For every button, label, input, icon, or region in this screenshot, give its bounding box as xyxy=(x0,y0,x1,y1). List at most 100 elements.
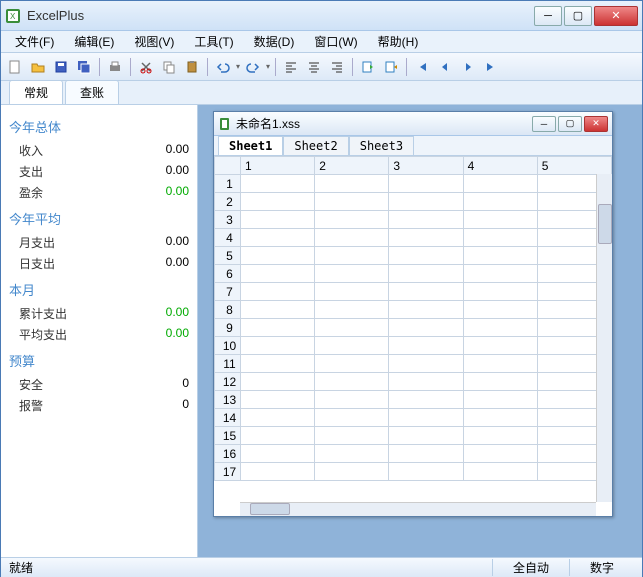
print-icon[interactable] xyxy=(105,57,125,77)
cell[interactable] xyxy=(241,355,315,373)
row-header[interactable]: 5 xyxy=(215,247,241,265)
cell[interactable] xyxy=(315,211,389,229)
row-header[interactable]: 3 xyxy=(215,211,241,229)
tab-check[interactable]: 查账 xyxy=(65,80,119,104)
cell[interactable] xyxy=(463,175,537,193)
cell[interactable] xyxy=(315,409,389,427)
cell[interactable] xyxy=(389,337,463,355)
cell[interactable] xyxy=(389,229,463,247)
cell[interactable] xyxy=(463,445,537,463)
col-header[interactable]: 5 xyxy=(537,157,611,175)
cell[interactable] xyxy=(463,301,537,319)
cell[interactable] xyxy=(241,319,315,337)
cell[interactable] xyxy=(389,193,463,211)
cut-icon[interactable] xyxy=(136,57,156,77)
col-header[interactable]: 2 xyxy=(315,157,389,175)
row-header[interactable]: 7 xyxy=(215,283,241,301)
cell[interactable] xyxy=(389,373,463,391)
row-header[interactable]: 16 xyxy=(215,445,241,463)
cell[interactable] xyxy=(463,265,537,283)
cell[interactable] xyxy=(241,445,315,463)
sheet-tab-2[interactable]: Sheet2 xyxy=(283,136,348,155)
col-header[interactable]: 4 xyxy=(463,157,537,175)
cell[interactable] xyxy=(389,409,463,427)
cell[interactable] xyxy=(315,175,389,193)
cell[interactable] xyxy=(315,427,389,445)
align-left-icon[interactable] xyxy=(281,57,301,77)
row-header[interactable]: 11 xyxy=(215,355,241,373)
cell[interactable] xyxy=(241,391,315,409)
cell[interactable] xyxy=(241,229,315,247)
paste-icon[interactable] xyxy=(182,57,202,77)
undo-icon[interactable] xyxy=(213,57,233,77)
cell[interactable] xyxy=(241,301,315,319)
saveall-icon[interactable] xyxy=(74,57,94,77)
copy-icon[interactable] xyxy=(159,57,179,77)
horizontal-scrollbar[interactable] xyxy=(240,502,596,516)
cell[interactable] xyxy=(463,427,537,445)
menu-tool[interactable]: 工具(T) xyxy=(184,31,243,52)
cell[interactable] xyxy=(241,193,315,211)
cell[interactable] xyxy=(389,283,463,301)
cell[interactable] xyxy=(389,463,463,481)
cell[interactable] xyxy=(241,211,315,229)
import-icon[interactable] xyxy=(358,57,378,77)
cell[interactable] xyxy=(315,355,389,373)
row-header[interactable]: 10 xyxy=(215,337,241,355)
cell[interactable] xyxy=(389,301,463,319)
align-right-icon[interactable] xyxy=(327,57,347,77)
align-center-icon[interactable] xyxy=(304,57,324,77)
sheet-tab-1[interactable]: Sheet1 xyxy=(218,136,283,155)
cell[interactable] xyxy=(241,175,315,193)
close-button[interactable]: ✕ xyxy=(594,6,638,26)
save-icon[interactable] xyxy=(51,57,71,77)
cell[interactable] xyxy=(241,265,315,283)
cell[interactable] xyxy=(315,319,389,337)
dropdown-icon[interactable]: ▾ xyxy=(266,62,270,71)
open-icon[interactable] xyxy=(28,57,48,77)
row-header[interactable]: 17 xyxy=(215,463,241,481)
cell[interactable] xyxy=(389,391,463,409)
cell[interactable] xyxy=(389,211,463,229)
cell[interactable] xyxy=(241,247,315,265)
cell[interactable] xyxy=(389,247,463,265)
cell[interactable] xyxy=(315,229,389,247)
minimize-button[interactable]: ─ xyxy=(534,6,562,26)
cell[interactable] xyxy=(463,373,537,391)
cell[interactable] xyxy=(315,337,389,355)
scroll-thumb[interactable] xyxy=(250,503,290,515)
cell[interactable] xyxy=(315,283,389,301)
cell[interactable] xyxy=(389,175,463,193)
cell[interactable] xyxy=(315,247,389,265)
cell[interactable] xyxy=(389,319,463,337)
cell[interactable] xyxy=(463,247,537,265)
cell[interactable] xyxy=(315,445,389,463)
dropdown-icon[interactable]: ▾ xyxy=(236,62,240,71)
sheet-tab-3[interactable]: Sheet3 xyxy=(349,136,414,155)
row-header[interactable]: 9 xyxy=(215,319,241,337)
cell[interactable] xyxy=(241,373,315,391)
menu-window[interactable]: 窗口(W) xyxy=(304,31,367,52)
scroll-thumb[interactable] xyxy=(598,204,612,244)
cell[interactable] xyxy=(463,193,537,211)
inner-close-button[interactable]: ✕ xyxy=(584,116,608,132)
cell[interactable] xyxy=(389,265,463,283)
cell[interactable] xyxy=(463,355,537,373)
cell[interactable] xyxy=(463,409,537,427)
menu-data[interactable]: 数据(D) xyxy=(244,31,305,52)
col-header[interactable]: 1 xyxy=(241,157,315,175)
row-header[interactable]: 2 xyxy=(215,193,241,211)
new-icon[interactable] xyxy=(5,57,25,77)
cell[interactable] xyxy=(463,463,537,481)
row-header[interactable]: 15 xyxy=(215,427,241,445)
export-icon[interactable] xyxy=(381,57,401,77)
cell[interactable] xyxy=(315,463,389,481)
cell[interactable] xyxy=(241,427,315,445)
cell[interactable] xyxy=(463,229,537,247)
row-header[interactable]: 14 xyxy=(215,409,241,427)
col-header[interactable]: 3 xyxy=(389,157,463,175)
cell[interactable] xyxy=(389,427,463,445)
cell[interactable] xyxy=(389,355,463,373)
vertical-scrollbar[interactable] xyxy=(596,174,612,502)
row-header[interactable]: 8 xyxy=(215,301,241,319)
